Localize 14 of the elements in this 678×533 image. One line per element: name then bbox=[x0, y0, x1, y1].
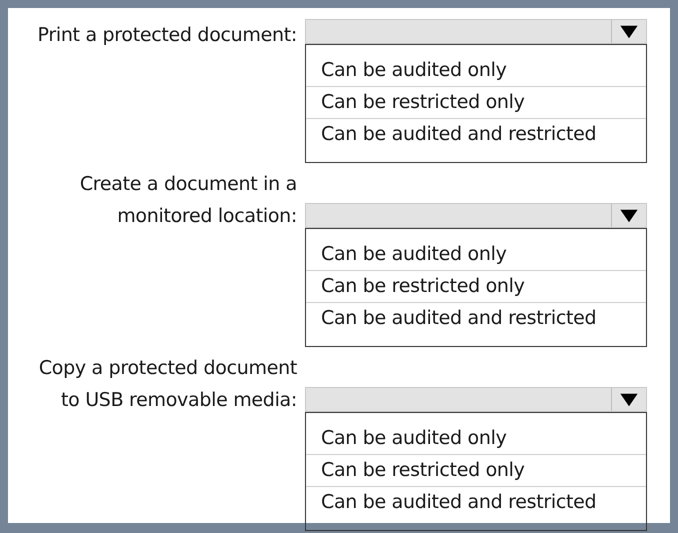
question-label: Create a document in a bbox=[80, 172, 297, 197]
dropdown-option[interactable]: Can be restricted only bbox=[306, 455, 646, 487]
question-label: Copy a protected document bbox=[38, 356, 297, 381]
dropdown-option[interactable]: Can be restricted only bbox=[306, 271, 646, 303]
dropdown-option[interactable]: Can be audited only bbox=[306, 55, 646, 87]
dropdown-option[interactable]: Can be restricted only bbox=[306, 87, 646, 119]
question-label: Print a protected document: bbox=[38, 23, 297, 48]
dropdown-option[interactable]: Can be audited and restricted bbox=[306, 119, 646, 150]
dropdown-option[interactable]: Can be audited and restricted bbox=[306, 487, 646, 518]
question-label: to USB removable media: bbox=[60, 388, 297, 413]
dropdown-option[interactable]: Can be audited only bbox=[306, 239, 646, 271]
question-label: monitored location: bbox=[117, 204, 297, 229]
dropdown-option[interactable]: Can be audited only bbox=[306, 423, 646, 455]
dropdown-option[interactable]: Can be audited and restricted bbox=[306, 303, 646, 334]
